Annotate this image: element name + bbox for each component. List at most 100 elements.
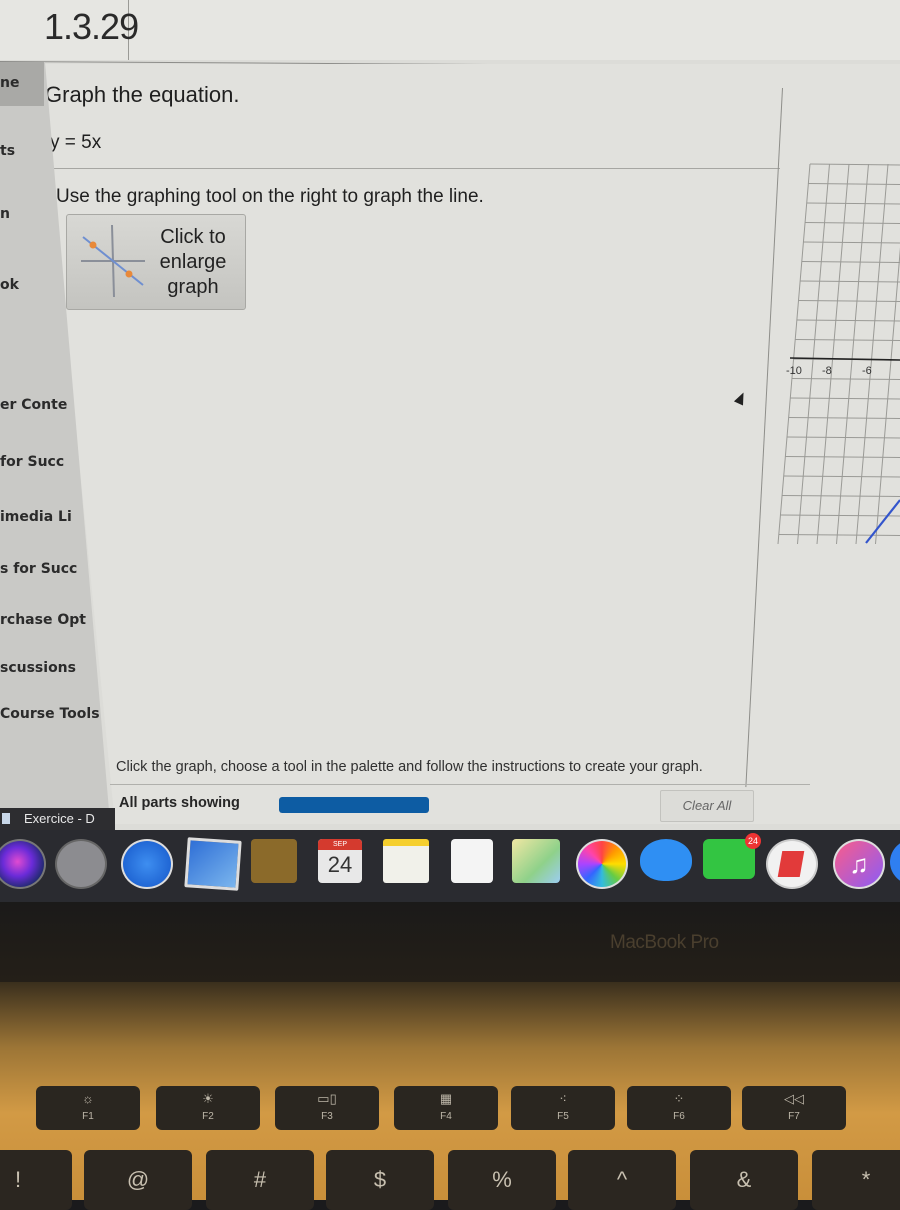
laptop-bezel [0, 902, 900, 982]
grid-line-horizontal [800, 281, 900, 282]
sidebar-item[interactable]: for Succ [0, 454, 64, 470]
grid-line-horizontal [787, 437, 900, 438]
sidebar-item[interactable]: rchase Opt [0, 612, 86, 628]
device-label: MacBook Pro [610, 932, 719, 954]
key-7[interactable]: & [690, 1150, 798, 1210]
key-3[interactable]: # [206, 1150, 314, 1210]
clear-all-button[interactable]: Clear All [660, 790, 754, 822]
key-label: F2 [156, 1111, 260, 1122]
grid-line-horizontal [795, 340, 900, 341]
grid-line-horizontal [792, 379, 900, 380]
app-store-icon[interactable] [890, 839, 900, 885]
sidebar-item[interactable]: ok [0, 277, 19, 293]
sidebar-item[interactable]: s for Succ [0, 561, 77, 577]
keyboard-light-down-icon: ⁖ [511, 1092, 615, 1106]
divider [110, 784, 810, 785]
facetime-icon[interactable]: 24 [703, 839, 755, 879]
launchpad-key-icon: ▦ [394, 1092, 498, 1106]
keyboard-light-up-icon: ⁘ [627, 1092, 731, 1106]
grid-line-horizontal [779, 535, 900, 536]
news-icon[interactable] [766, 839, 818, 889]
sidebar-item[interactable]: n [0, 206, 10, 222]
parts-progress-fill [279, 797, 429, 813]
key-6[interactable]: ^ [568, 1150, 676, 1210]
reminders-icon[interactable] [451, 839, 493, 883]
key-1[interactable]: ! [0, 1150, 72, 1210]
x-tick-label: -6 [862, 365, 872, 377]
browser-tab-label: Exercice - D [24, 811, 95, 826]
f4-key[interactable]: ▦ F4 [394, 1086, 498, 1130]
grid-line-vertical [798, 164, 830, 544]
photos-icon[interactable] [576, 839, 628, 889]
f6-key[interactable]: ⁘ F6 [627, 1086, 731, 1130]
sidebar-item[interactable]: Course Tools [0, 706, 100, 722]
sidebar-item[interactable]: ts [0, 143, 15, 159]
calendar-icon[interactable]: SEP 24 [318, 839, 362, 883]
music-icon[interactable]: ♫ [833, 839, 885, 889]
key-2[interactable]: @ [84, 1150, 192, 1210]
key-label: F6 [627, 1111, 731, 1122]
key-label: F1 [36, 1111, 140, 1122]
x-axis [790, 358, 900, 360]
key-5[interactable]: % [448, 1150, 556, 1210]
sidebar-item[interactable]: ne [0, 75, 19, 91]
launchpad-icon[interactable] [55, 839, 107, 889]
contacts-icon[interactable] [251, 839, 297, 883]
enlarge-label-line: graph [153, 275, 233, 300]
safari-icon[interactable] [121, 839, 173, 889]
messages-icon[interactable] [640, 839, 692, 881]
key-label: F3 [275, 1111, 379, 1122]
siri-icon[interactable] [0, 839, 46, 889]
grid-line-horizontal [797, 320, 900, 321]
grid-line-horizontal [798, 301, 900, 302]
maps-icon[interactable] [512, 839, 560, 883]
enlarge-label-line: Click to [153, 225, 233, 250]
f5-key[interactable]: ⁖ F5 [511, 1086, 615, 1130]
f1-key[interactable]: ☼ F1 [36, 1086, 140, 1130]
graph-canvas[interactable]: -10 -8 -6 [770, 130, 900, 550]
grid-line-horizontal [802, 262, 900, 263]
brightness-down-icon: ☼ [36, 1092, 140, 1106]
question-number: 1.3.29 [44, 6, 138, 48]
key-8[interactable]: * [812, 1150, 900, 1210]
sidebar-item[interactable]: scussions [0, 660, 76, 676]
grid-line-vertical [876, 164, 900, 544]
grid-line-vertical [778, 164, 810, 544]
grid-line-horizontal [807, 203, 900, 204]
sidebar-item[interactable]: er Conte [0, 397, 67, 413]
sidebar-item[interactable]: imedia Li [0, 509, 72, 525]
grid-line-horizontal [780, 515, 900, 516]
grid-line-vertical [837, 164, 869, 544]
grid-line-horizontal [788, 418, 900, 419]
enlarge-graph-button[interactable]: Click to enlarge graph [66, 214, 246, 310]
enlarge-label-line: enlarge [153, 250, 233, 275]
key-label: F5 [511, 1111, 615, 1122]
question-header: 1.3.29 [0, 0, 900, 60]
key-4[interactable]: $ [326, 1150, 434, 1210]
grid-line-vertical [856, 164, 888, 544]
graph-line [866, 500, 900, 543]
browser-tab[interactable]: Exercice - D [0, 808, 115, 830]
parts-progress-bar [279, 797, 429, 813]
f2-key[interactable]: ☀ F2 [156, 1086, 260, 1130]
grid-line-horizontal [790, 398, 900, 399]
key-label: F4 [394, 1111, 498, 1122]
mission-control-icon: ▭▯ [275, 1092, 379, 1106]
x-tick-label: -10 [786, 365, 802, 377]
notes-icon[interactable] [383, 839, 429, 883]
brightness-up-icon: ☀ [156, 1092, 260, 1106]
question-title: Graph the equation. [45, 82, 239, 108]
notification-badge: 24 [745, 833, 761, 849]
grid-line-horizontal [803, 242, 900, 243]
question-equation: y = 5x [50, 132, 101, 154]
screen: 1.3.29 Graph the equation. y = 5x Use th… [0, 0, 900, 830]
question-instruction: Use the graphing tool on the right to gr… [56, 186, 484, 208]
mail-icon[interactable] [184, 837, 241, 891]
document-icon [2, 813, 10, 824]
graph-grid [778, 164, 900, 544]
f3-key[interactable]: ▭▯ F3 [275, 1086, 379, 1130]
grid-line-horizontal [810, 164, 900, 165]
f7-key[interactable]: ◁◁F7 [742, 1086, 846, 1130]
rewind-icon: ◁◁ [742, 1092, 846, 1106]
grid-line-horizontal [805, 223, 900, 224]
